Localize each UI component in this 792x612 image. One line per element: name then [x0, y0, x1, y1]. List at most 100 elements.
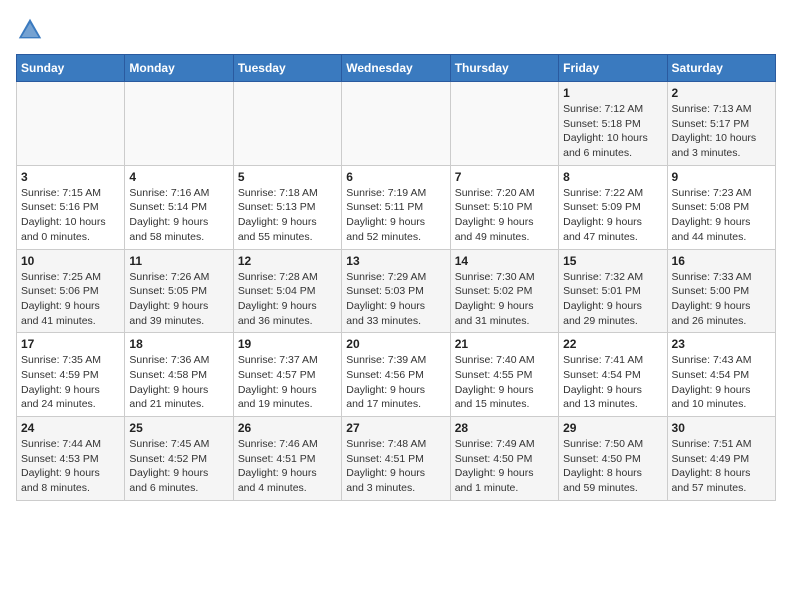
calendar-cell: 16 Sunrise: 7:33 AM Sunset: 5:00 PM Dayli…: [667, 249, 775, 333]
day-number: 26: [238, 421, 337, 435]
page-header: [16, 16, 776, 44]
calendar-cell: 7 Sunrise: 7:20 AM Sunset: 5:10 PM Daylig…: [450, 165, 558, 249]
calendar-cell: 3 Sunrise: 7:15 AM Sunset: 5:16 PM Daylig…: [17, 165, 125, 249]
day-info: Sunrise: 7:35 AM Sunset: 4:59 PM Dayligh…: [21, 353, 120, 412]
day-info: Sunrise: 7:41 AM Sunset: 4:54 PM Dayligh…: [563, 353, 662, 412]
calendar-cell: [125, 82, 233, 166]
calendar-cell: 12 Sunrise: 7:28 AM Sunset: 5:04 PM Dayli…: [233, 249, 341, 333]
day-info: Sunrise: 7:18 AM Sunset: 5:13 PM Dayligh…: [238, 186, 337, 245]
calendar-cell: 29 Sunrise: 7:50 AM Sunset: 4:50 PM Dayli…: [559, 417, 667, 501]
day-number: 27: [346, 421, 445, 435]
calendar-cell: 8 Sunrise: 7:22 AM Sunset: 5:09 PM Daylig…: [559, 165, 667, 249]
calendar-cell: 17 Sunrise: 7:35 AM Sunset: 4:59 PM Dayli…: [17, 333, 125, 417]
day-info: Sunrise: 7:33 AM Sunset: 5:00 PM Dayligh…: [672, 270, 771, 329]
day-number: 5: [238, 170, 337, 184]
day-number: 29: [563, 421, 662, 435]
day-info: Sunrise: 7:29 AM Sunset: 5:03 PM Dayligh…: [346, 270, 445, 329]
calendar-cell: 18Sunrise: 7:36 AM Sunset: 4:58 PM Dayli…: [125, 333, 233, 417]
calendar-cell: 20 Sunrise: 7:39 AM Sunset: 4:56 PM Dayli…: [342, 333, 450, 417]
calendar-cell: 26 Sunrise: 7:46 AM Sunset: 4:51 PM Dayli…: [233, 417, 341, 501]
day-number: 17: [21, 337, 120, 351]
calendar-week-5: 24 Sunrise: 7:44 AM Sunset: 4:53 PM Dayli…: [17, 417, 776, 501]
day-info: Sunrise: 7:28 AM Sunset: 5:04 PM Dayligh…: [238, 270, 337, 329]
calendar-cell: 11 Sunrise: 7:26 AM Sunset: 5:05 PM Dayli…: [125, 249, 233, 333]
calendar-cell: [17, 82, 125, 166]
calendar-cell: 13 Sunrise: 7:29 AM Sunset: 5:03 PM Dayli…: [342, 249, 450, 333]
calendar-header: SundayMondayTuesdayWednesdayThursdayFrid…: [17, 55, 776, 82]
day-number: 6: [346, 170, 445, 184]
day-number: 16: [672, 254, 771, 268]
day-number: 18: [129, 337, 228, 351]
day-number: 24: [21, 421, 120, 435]
day-number: 25: [129, 421, 228, 435]
day-number: 2: [672, 86, 771, 100]
calendar-cell: [233, 82, 341, 166]
calendar-cell: 10 Sunrise: 7:25 AM Sunset: 5:06 PM Dayli…: [17, 249, 125, 333]
calendar-cell: 25 Sunrise: 7:45 AM Sunset: 4:52 PM Dayli…: [125, 417, 233, 501]
calendar-week-2: 3 Sunrise: 7:15 AM Sunset: 5:16 PM Daylig…: [17, 165, 776, 249]
day-info: Sunrise: 7:22 AM Sunset: 5:09 PM Dayligh…: [563, 186, 662, 245]
day-number: 8: [563, 170, 662, 184]
day-info: Sunrise: 7:46 AM Sunset: 4:51 PM Dayligh…: [238, 437, 337, 496]
day-number: 28: [455, 421, 554, 435]
calendar-cell: 14 Sunrise: 7:30 AM Sunset: 5:02 PM Dayli…: [450, 249, 558, 333]
day-number: 4: [129, 170, 228, 184]
weekday-wednesday: Wednesday: [342, 55, 450, 82]
calendar-cell: [342, 82, 450, 166]
day-number: 12: [238, 254, 337, 268]
day-number: 19: [238, 337, 337, 351]
day-number: 10: [21, 254, 120, 268]
day-info: Sunrise: 7:13 AM Sunset: 5:17 PM Dayligh…: [672, 102, 771, 161]
day-number: 13: [346, 254, 445, 268]
calendar-table: SundayMondayTuesdayWednesdayThursdayFrid…: [16, 54, 776, 501]
calendar-cell: 30 Sunrise: 7:51 AM Sunset: 4:49 PM Dayli…: [667, 417, 775, 501]
calendar-cell: 23 Sunrise: 7:43 AM Sunset: 4:54 PM Dayli…: [667, 333, 775, 417]
calendar-cell: 27 Sunrise: 7:48 AM Sunset: 4:51 PM Dayli…: [342, 417, 450, 501]
day-info: Sunrise: 7:39 AM Sunset: 4:56 PM Dayligh…: [346, 353, 445, 412]
weekday-tuesday: Tuesday: [233, 55, 341, 82]
day-info: Sunrise: 7:44 AM Sunset: 4:53 PM Dayligh…: [21, 437, 120, 496]
day-info: Sunrise: 7:12 AM Sunset: 5:18 PM Dayligh…: [563, 102, 662, 161]
logo-icon: [16, 16, 44, 44]
calendar-cell: 22Sunrise: 7:41 AM Sunset: 4:54 PM Dayli…: [559, 333, 667, 417]
calendar-cell: 1 Sunrise: 7:12 AM Sunset: 5:18 PM Daylig…: [559, 82, 667, 166]
day-info: Sunrise: 7:51 AM Sunset: 4:49 PM Dayligh…: [672, 437, 771, 496]
calendar-cell: 21Sunrise: 7:40 AM Sunset: 4:55 PM Dayli…: [450, 333, 558, 417]
day-info: Sunrise: 7:30 AM Sunset: 5:02 PM Dayligh…: [455, 270, 554, 329]
day-number: 15: [563, 254, 662, 268]
day-info: Sunrise: 7:50 AM Sunset: 4:50 PM Dayligh…: [563, 437, 662, 496]
calendar-cell: 19Sunrise: 7:37 AM Sunset: 4:57 PM Dayli…: [233, 333, 341, 417]
weekday-monday: Monday: [125, 55, 233, 82]
day-number: 14: [455, 254, 554, 268]
day-info: Sunrise: 7:32 AM Sunset: 5:01 PM Dayligh…: [563, 270, 662, 329]
day-number: 3: [21, 170, 120, 184]
day-number: 23: [672, 337, 771, 351]
day-number: 20: [346, 337, 445, 351]
day-number: 7: [455, 170, 554, 184]
day-number: 1: [563, 86, 662, 100]
day-info: Sunrise: 7:23 AM Sunset: 5:08 PM Dayligh…: [672, 186, 771, 245]
calendar-week-3: 10 Sunrise: 7:25 AM Sunset: 5:06 PM Dayli…: [17, 249, 776, 333]
weekday-friday: Friday: [559, 55, 667, 82]
day-number: 11: [129, 254, 228, 268]
weekday-sunday: Sunday: [17, 55, 125, 82]
day-info: Sunrise: 7:25 AM Sunset: 5:06 PM Dayligh…: [21, 270, 120, 329]
calendar-week-1: 1 Sunrise: 7:12 AM Sunset: 5:18 PM Daylig…: [17, 82, 776, 166]
day-info: Sunrise: 7:45 AM Sunset: 4:52 PM Dayligh…: [129, 437, 228, 496]
calendar-cell: 6Sunrise: 7:19 AM Sunset: 5:11 PM Daylig…: [342, 165, 450, 249]
day-info: Sunrise: 7:48 AM Sunset: 4:51 PM Dayligh…: [346, 437, 445, 496]
calendar-body: 1 Sunrise: 7:12 AM Sunset: 5:18 PM Daylig…: [17, 82, 776, 501]
day-info: Sunrise: 7:49 AM Sunset: 4:50 PM Dayligh…: [455, 437, 554, 496]
day-info: Sunrise: 7:16 AM Sunset: 5:14 PM Dayligh…: [129, 186, 228, 245]
day-number: 21: [455, 337, 554, 351]
day-number: 30: [672, 421, 771, 435]
day-info: Sunrise: 7:26 AM Sunset: 5:05 PM Dayligh…: [129, 270, 228, 329]
day-info: Sunrise: 7:15 AM Sunset: 5:16 PM Dayligh…: [21, 186, 120, 245]
weekday-saturday: Saturday: [667, 55, 775, 82]
calendar-cell: 24 Sunrise: 7:44 AM Sunset: 4:53 PM Dayli…: [17, 417, 125, 501]
day-info: Sunrise: 7:43 AM Sunset: 4:54 PM Dayligh…: [672, 353, 771, 412]
calendar-cell: [450, 82, 558, 166]
day-info: Sunrise: 7:20 AM Sunset: 5:10 PM Dayligh…: [455, 186, 554, 245]
calendar-cell: 4 Sunrise: 7:16 AM Sunset: 5:14 PM Daylig…: [125, 165, 233, 249]
calendar-cell: 28 Sunrise: 7:49 AM Sunset: 4:50 PM Dayli…: [450, 417, 558, 501]
